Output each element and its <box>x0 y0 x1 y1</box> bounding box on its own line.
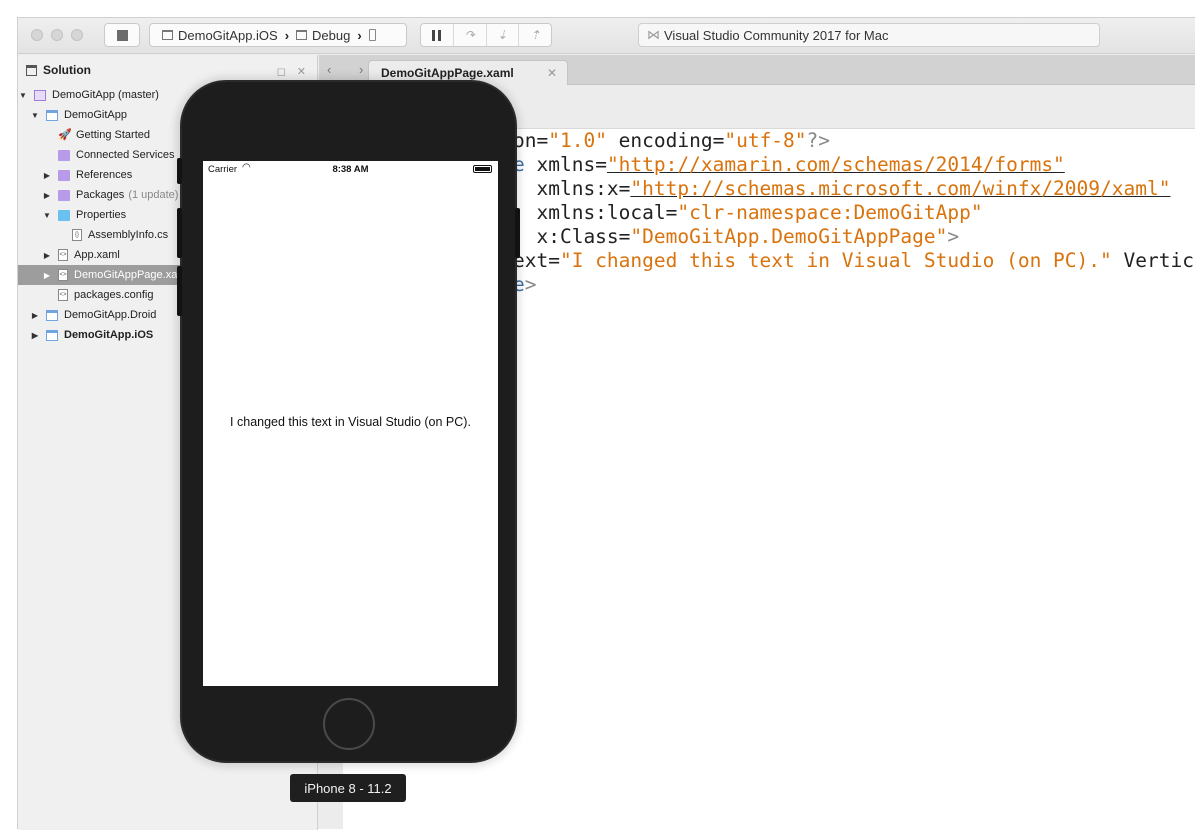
update-count: (1 update) <box>128 189 179 201</box>
tree-item-label: Packages <box>76 189 125 201</box>
project-icon <box>162 30 173 40</box>
step-out-icon: ⇡ <box>530 28 541 42</box>
code-token: ?> <box>806 129 831 152</box>
tree-item-label: References <box>76 169 133 181</box>
tree-item-label: App.xaml <box>74 249 120 261</box>
tree-item-label: Properties <box>76 209 127 221</box>
chevron-right-icon: › <box>284 27 290 43</box>
code-token: "1.0" <box>548 129 607 152</box>
pause-button[interactable] <box>421 24 454 46</box>
minimize-window-button[interactable] <box>51 29 63 41</box>
collapsed-arrow-icon[interactable]: ▶ <box>42 271 52 280</box>
step-into-icon: ⇣ <box>497 28 508 42</box>
code-token: ext= <box>513 249 560 272</box>
scheme-project[interactable]: DemoGitApp.iOS <box>178 28 278 43</box>
project-icon <box>46 329 58 341</box>
collapsed-arrow-icon[interactable]: ▶ <box>42 191 52 200</box>
battery-icon <box>473 165 492 173</box>
run-configuration-selector[interactable]: DemoGitApp.iOS › Debug › <box>149 23 407 47</box>
code-token: "I changed this text in Visual Studio (o… <box>559 249 1112 272</box>
code-token: encoding= <box>606 129 725 152</box>
ios-status-bar: Carrier ◠ 8:38 AM <box>203 161 498 177</box>
debugger-controls: ↷ ⇣ ⇡ <box>420 23 552 47</box>
expanded-arrow-icon[interactable]: ▼ <box>18 91 28 100</box>
code-token: Vertica <box>1123 249 1195 272</box>
tree-item-label: DemoGitApp.iOS <box>64 329 154 341</box>
power-button[interactable] <box>515 208 520 258</box>
collapsed-arrow-icon[interactable]: ▶ <box>42 251 52 260</box>
code-token: "utf-8" <box>724 129 807 152</box>
toolbar: DemoGitApp.iOS › Debug › ↷ ⇣ ⇡ ⋈ Visual … <box>18 18 1195 54</box>
step-over-button[interactable]: ↷ <box>454 24 487 46</box>
tree-item-label: DemoGitApp (master) <box>52 89 159 101</box>
config-file-icon: <> <box>58 289 68 301</box>
code-token: "http://xamarin.com/schemas/2014/forms" <box>606 153 1065 176</box>
zoom-window-button[interactable] <box>71 29 83 41</box>
scheme-configuration[interactable]: Debug <box>312 28 350 43</box>
volume-up-button[interactable] <box>177 208 182 258</box>
pause-icon <box>432 29 442 41</box>
project-icon <box>46 309 58 321</box>
status-text: Visual Studio Community 2017 for Mac <box>664 27 889 43</box>
status-bar: ⋈ Visual Studio Community 2017 for Mac <box>638 23 1100 47</box>
step-out-button[interactable]: ⇡ <box>519 24 551 46</box>
stop-button[interactable] <box>104 23 140 47</box>
simulator-screen[interactable]: Carrier ◠ 8:38 AM I changed this text in… <box>203 161 498 686</box>
packages-folder-icon <box>58 189 70 201</box>
xaml-file-icon: <> <box>58 249 68 261</box>
expanded-arrow-icon[interactable]: ▼ <box>42 211 52 220</box>
collapsed-arrow-icon[interactable]: ▶ <box>30 311 40 320</box>
solution-icon <box>34 89 46 101</box>
stop-icon <box>117 30 128 41</box>
references-folder-icon <box>58 169 70 181</box>
code-token: xmlns:local= <box>513 201 678 224</box>
solution-pad-icon <box>26 64 37 76</box>
xaml-file-icon: <> <box>58 269 68 281</box>
expanded-arrow-icon[interactable]: ▼ <box>30 111 40 120</box>
csharp-file-icon: {} <box>72 229 82 241</box>
connected-services-icon <box>58 149 70 161</box>
tree-item-label: DemoGitApp <box>64 109 127 121</box>
code-token: > <box>947 225 960 248</box>
tree-item-label: DemoGitApp.Droid <box>64 309 157 321</box>
code-token: "clr-namespace:DemoGitApp" <box>677 201 983 224</box>
tree-item-label: Connected Services <box>76 149 175 161</box>
volume-down-button[interactable] <box>177 266 182 316</box>
project-icon <box>46 109 58 121</box>
solution-pad-title: Solution <box>43 63 91 77</box>
tree-item-label: packages.config <box>74 289 154 301</box>
code-token: xmlns:x= <box>513 177 631 200</box>
close-window-button[interactable] <box>31 29 43 41</box>
tree-item-label: Getting Started <box>76 129 150 141</box>
rocket-icon: 🚀 <box>58 128 72 141</box>
code-token: "http://schemas.microsoft.com/winfx/2009… <box>630 177 1171 200</box>
configuration-icon <box>296 30 308 40</box>
app-label: I changed this text in Visual Studio (on… <box>230 415 471 429</box>
home-button[interactable] <box>323 698 375 750</box>
ios-simulator-device: Carrier ◠ 8:38 AM I changed this text in… <box>177 80 520 763</box>
code-token: xmlns= <box>524 153 607 176</box>
step-into-button[interactable]: ⇣ <box>487 24 520 46</box>
mute-switch[interactable] <box>177 158 182 184</box>
code-token: > <box>524 273 537 296</box>
code-token: x:Class= <box>513 225 631 248</box>
collapsed-arrow-icon[interactable]: ▶ <box>30 331 40 340</box>
chevron-right-icon: › <box>357 27 362 43</box>
device-name-label: iPhone 8 - 11.2 <box>290 774 406 802</box>
status-time: 8:38 AM <box>332 164 369 175</box>
visual-studio-icon: ⋈ <box>647 27 660 42</box>
folder-icon <box>58 209 70 221</box>
code-token: "DemoGitApp.DemoGitAppPage" <box>630 225 948 248</box>
code-text[interactable]: on="1.0" encoding="utf-8"?> e xmlns="htt… <box>513 129 1195 297</box>
step-over-icon: ↷ <box>464 28 475 42</box>
collapsed-arrow-icon[interactable]: ▶ <box>42 171 52 180</box>
device-icon[interactable] <box>368 29 376 41</box>
tree-item-label: AssemblyInfo.cs <box>88 229 169 241</box>
tree-item-label: DemoGitAppPage.xaml <box>74 269 189 281</box>
close-tab-icon[interactable]: ✕ <box>547 66 557 80</box>
